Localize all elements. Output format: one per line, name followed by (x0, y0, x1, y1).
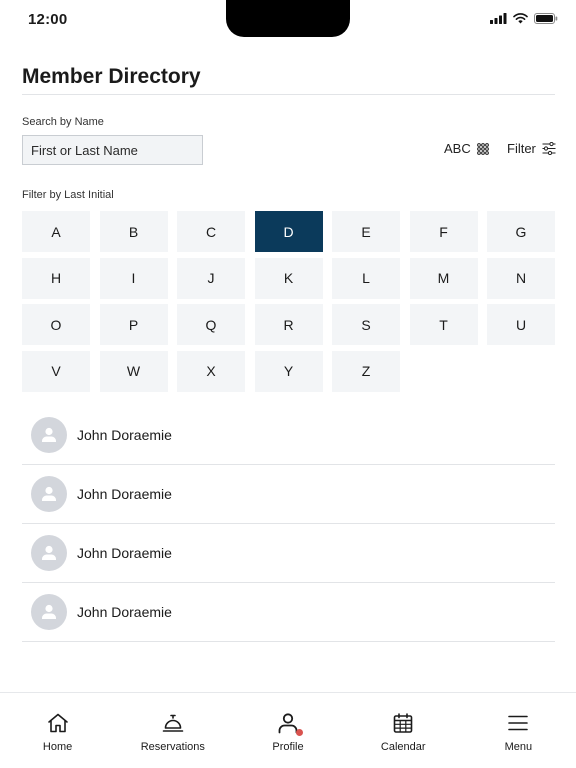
member-row[interactable]: John Doraemie (22, 465, 555, 524)
device-notch (226, 0, 350, 37)
page-title: Member Directory (22, 65, 201, 88)
service-bell-icon (161, 711, 185, 735)
wifi-icon (513, 13, 528, 24)
tab-label-menu: Menu (504, 741, 533, 753)
letter-b[interactable]: B (99, 211, 168, 252)
letter-c[interactable]: C (177, 211, 245, 252)
member-row[interactable]: John Doraemie (22, 583, 555, 642)
sort-label: ABC (444, 141, 471, 156)
avatar (31, 594, 67, 630)
calendar-icon (391, 711, 415, 735)
letter-p[interactable]: P (99, 304, 168, 345)
member-row[interactable]: John Doraemie (22, 406, 555, 465)
tab-bar: Home Reservations Profile Calendar Menu (0, 692, 576, 768)
letter-l[interactable]: L (332, 257, 400, 299)
person-icon (42, 486, 56, 501)
letter-s[interactable]: S (332, 304, 400, 345)
letter-i[interactable]: I (99, 257, 168, 299)
letter-e[interactable]: E (332, 211, 400, 252)
letter-v[interactable]: V (22, 350, 90, 392)
filter-button[interactable]: Filter (507, 141, 556, 156)
tab-label-home: Home (42, 741, 73, 753)
letter-grid: ABCDEFG HIJKLMN OPQRSTU VWXYZ (22, 211, 556, 392)
notification-dot (296, 729, 303, 736)
tab-label-reservations: Reservations (140, 741, 205, 753)
signal-icon (490, 13, 507, 24)
letter-a[interactable]: A (22, 211, 90, 252)
search-input[interactable] (22, 135, 203, 165)
grid-dots-icon (476, 142, 489, 155)
letter-q[interactable]: Q (177, 304, 245, 345)
letter-k[interactable]: K (254, 257, 323, 299)
tab-profile[interactable]: Profile (230, 693, 345, 768)
avatar (31, 476, 67, 512)
filter-label: Filter (507, 141, 536, 156)
member-name: John Doraemie (77, 427, 172, 443)
person-icon (42, 604, 56, 619)
person-icon (42, 427, 56, 442)
battery-icon (534, 13, 558, 24)
letter-o[interactable]: O (22, 304, 90, 345)
tab-label-calendar: Calendar (380, 741, 426, 753)
tab-menu[interactable]: Menu (461, 693, 576, 768)
letter-r[interactable]: R (254, 304, 323, 345)
member-name: John Doraemie (77, 486, 172, 502)
initial-filter-label: Filter by Last Initial (22, 189, 114, 201)
search-label: Search by Name (22, 116, 104, 128)
letter-h[interactable]: H (22, 257, 90, 299)
menu-icon (506, 711, 530, 735)
member-list: John Doraemie John Doraemie John Doraemie J… (22, 406, 555, 642)
status-time: 12:00 (28, 11, 68, 28)
sort-abc-button[interactable]: ABC (444, 141, 489, 156)
tab-reservations[interactable]: Reservations (115, 693, 230, 768)
letter-y[interactable]: Y (254, 350, 323, 392)
letter-z[interactable]: Z (332, 350, 400, 392)
letter-g[interactable]: G (487, 211, 555, 252)
letter-n[interactable]: N (487, 257, 555, 299)
letter-m[interactable]: M (409, 257, 478, 299)
letter-x[interactable]: X (177, 350, 245, 392)
tab-home[interactable]: Home (0, 693, 115, 768)
home-icon (46, 711, 70, 735)
member-name: John Doraemie (77, 604, 172, 620)
letter-d[interactable]: D (254, 211, 323, 252)
letter-w[interactable]: W (99, 350, 168, 392)
letter-f[interactable]: F (409, 211, 478, 252)
letter-t[interactable]: T (409, 304, 478, 345)
member-row[interactable]: John Doraemie (22, 524, 555, 583)
status-icons (490, 13, 558, 24)
tab-calendar[interactable]: Calendar (346, 693, 461, 768)
member-name: John Doraemie (77, 545, 172, 561)
tab-label-profile: Profile (272, 741, 304, 753)
profile-icon (276, 711, 303, 736)
letter-u[interactable]: U (487, 304, 555, 345)
title-divider (22, 94, 555, 95)
status-bar: 12:00 (0, 0, 576, 40)
person-icon (42, 545, 56, 560)
letter-j[interactable]: J (177, 257, 245, 299)
sliders-icon (542, 142, 556, 155)
avatar (31, 535, 67, 571)
avatar (31, 417, 67, 453)
